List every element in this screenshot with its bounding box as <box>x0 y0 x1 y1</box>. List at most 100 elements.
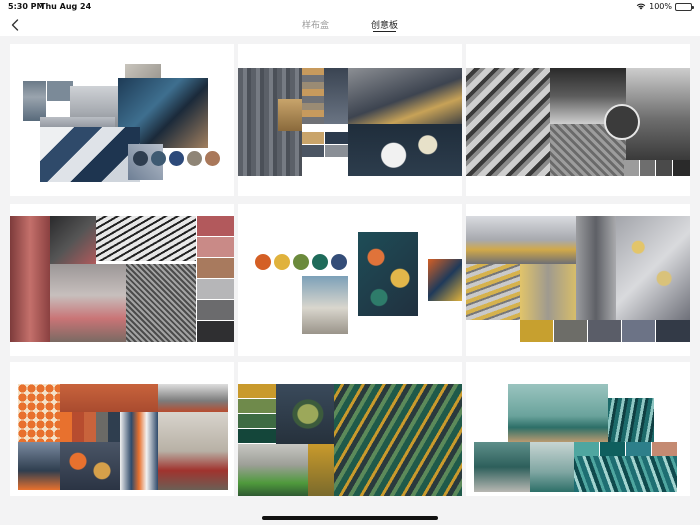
wifi-icon <box>636 3 646 10</box>
color-swatch <box>588 320 621 342</box>
fabric-strips <box>302 68 324 124</box>
fabric-photo <box>238 444 308 496</box>
interior-photo <box>158 412 228 490</box>
mood-board-card[interactable] <box>238 362 462 496</box>
color-swatch <box>293 254 309 270</box>
color-swatch <box>197 258 234 278</box>
fabric-photo <box>40 127 140 182</box>
fabric-photo <box>466 264 520 320</box>
color-swatch <box>197 321 234 342</box>
fabric-photo <box>616 216 690 320</box>
color-swatch <box>622 320 655 342</box>
fabric-photo <box>334 384 462 496</box>
color-swatch <box>656 320 690 342</box>
color-swatch <box>238 414 276 428</box>
color-swatch <box>274 254 290 270</box>
fabric-photo <box>466 68 550 176</box>
interior-photo <box>466 216 576 264</box>
fabric-photo <box>428 259 462 301</box>
color-swatch <box>255 254 271 270</box>
mood-board-card[interactable] <box>10 204 234 356</box>
color-swatch <box>624 160 639 176</box>
fabric-photo <box>120 412 158 490</box>
color-swatch <box>600 442 625 456</box>
color-swatch <box>312 254 328 270</box>
interior-photo <box>302 276 348 334</box>
fabric-photo <box>520 264 576 320</box>
mood-board-card[interactable] <box>466 204 690 356</box>
color-swatch <box>197 279 234 299</box>
color-swatch <box>652 442 677 456</box>
color-swatch <box>197 300 234 320</box>
interior-photo <box>50 264 126 342</box>
fabric-photo <box>60 384 158 412</box>
home-indicator[interactable] <box>262 516 438 520</box>
interior-photo <box>508 384 608 442</box>
color-swatch <box>640 160 655 176</box>
mood-board-card[interactable] <box>238 204 462 356</box>
fabric-photo <box>126 264 196 342</box>
color-swatch <box>302 132 324 144</box>
color-swatch <box>554 320 587 342</box>
color-swatch <box>96 412 108 442</box>
color-swatch <box>302 145 324 157</box>
status-indicators: 100% <box>636 2 694 11</box>
mood-board-card[interactable] <box>10 362 234 496</box>
interior-photo <box>348 68 462 128</box>
color-swatch <box>84 412 96 442</box>
color-swatch <box>197 237 234 257</box>
battery-percent: 100% <box>649 2 672 11</box>
tab-sample-box[interactable]: 样布盒 <box>302 14 329 36</box>
fabric-photo <box>23 81 46 121</box>
color-swatch <box>520 320 553 342</box>
color-swatch <box>151 151 166 166</box>
color-swatch <box>331 254 347 270</box>
interior-photo <box>474 442 530 492</box>
tab-mood-board[interactable]: 创意板 <box>371 14 398 36</box>
mood-board-card[interactable] <box>238 44 462 196</box>
fabric-photo <box>10 216 50 342</box>
color-swatch <box>187 151 202 166</box>
color-swatch <box>238 399 276 413</box>
fabric-photo <box>576 216 616 320</box>
color-swatch <box>626 442 651 456</box>
fabric-photo <box>574 456 677 492</box>
color-swatch <box>673 160 690 176</box>
color-swatch <box>656 160 672 176</box>
fabric-photo <box>308 444 334 496</box>
mood-board-card[interactable] <box>10 44 234 196</box>
color-swatch <box>238 429 276 443</box>
fabric-photo <box>348 124 462 176</box>
mood-board-card[interactable] <box>466 362 690 496</box>
fabric-photo <box>60 442 120 490</box>
color-swatch <box>325 145 348 157</box>
status-bar: 5:30 PM Thu Aug 24 100% <box>0 0 700 14</box>
color-swatch <box>133 151 148 166</box>
color-swatch <box>72 412 84 442</box>
fabric-photo <box>608 398 654 442</box>
nav-bar: 样布盒 创意板 <box>0 14 700 36</box>
mood-board-card[interactable] <box>466 44 690 196</box>
interior-photo <box>530 442 574 492</box>
interior-photo <box>278 99 302 131</box>
fabric-photo <box>358 232 418 316</box>
fabric-photo <box>18 384 60 442</box>
battery-icon <box>675 2 694 11</box>
fabric-photo <box>50 216 96 266</box>
color-swatch <box>197 216 234 236</box>
color-swatch <box>205 151 220 166</box>
color-swatch <box>60 412 72 442</box>
color-swatch <box>604 104 640 140</box>
interior-photo <box>324 68 348 124</box>
color-swatch <box>108 412 120 442</box>
color-swatch <box>238 384 276 398</box>
color-swatch <box>169 151 184 166</box>
interior-photo <box>18 442 60 490</box>
interior-photo <box>96 216 196 261</box>
status-date: Thu Aug 24 <box>40 2 92 11</box>
interior-photo <box>158 384 228 412</box>
color-swatch <box>325 132 348 144</box>
color-swatch <box>574 442 599 456</box>
bird-photo <box>276 384 334 444</box>
tab-bar: 样布盒 创意板 <box>0 14 700 36</box>
